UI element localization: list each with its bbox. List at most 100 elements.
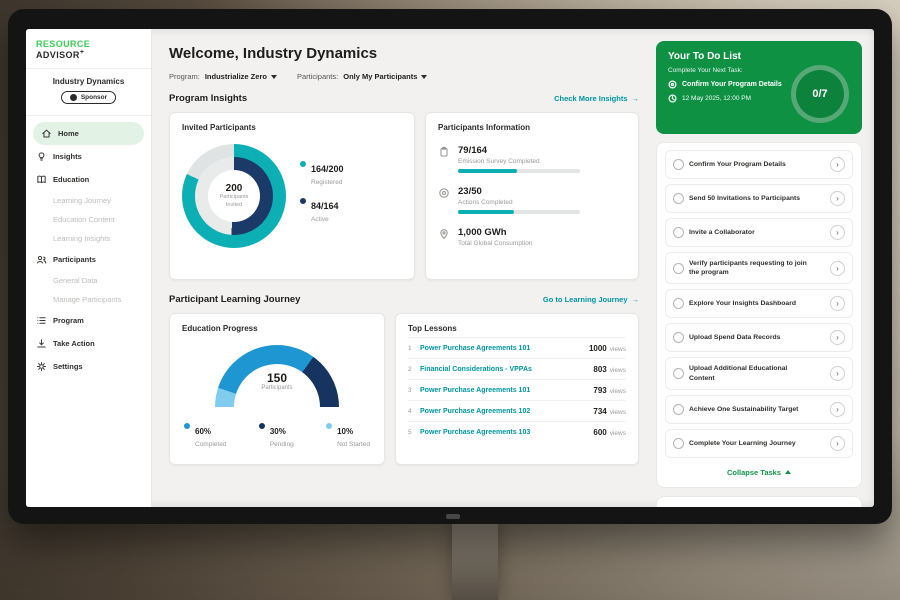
book-icon <box>36 174 47 185</box>
recent-news-title: Recent News <box>667 505 851 507</box>
stat-label: Total Global Consumption <box>458 240 532 247</box>
lesson-link[interactable]: Power Purchase Agreements 102 <box>420 408 530 415</box>
insights-cards-row: Invited Participants 200 ParticipantsInv… <box>169 112 639 280</box>
sidebar-item-label: Learning Journey <box>53 196 111 205</box>
chevron-right-icon[interactable]: › <box>830 330 845 345</box>
legend-dot <box>326 423 332 429</box>
sponsor-badge[interactable]: Sponsor <box>61 91 116 104</box>
target-icon <box>438 186 450 198</box>
checkbox-icon[interactable] <box>673 193 684 204</box>
sidebar-item-manage-participants[interactable]: Manage Participants <box>26 290 151 309</box>
sidebar-item-label: Home <box>58 129 79 138</box>
checkbox-icon[interactable] <box>673 368 684 379</box>
page-title: Welcome, Industry Dynamics <box>169 45 639 62</box>
screen: RESOURCE ADVISOR+ Industry Dynamics Spon… <box>26 29 874 507</box>
logo-plus: + <box>80 49 85 56</box>
lesson-link[interactable]: Power Purchase Agreements 103 <box>420 429 530 436</box>
sidebar-item-label: Insights <box>53 152 82 161</box>
filters-row: Program: Industrialize Zero Participants… <box>169 72 639 81</box>
org-block: Industry Dynamics Sponsor <box>26 69 151 116</box>
checkbox-icon[interactable] <box>673 332 684 343</box>
task-row[interactable]: Explore Your Insights Dashboard › <box>665 289 853 318</box>
checkbox-icon[interactable] <box>673 263 684 274</box>
sidebar-item-home[interactable]: Home <box>33 122 144 145</box>
legend-item-completed: 60% Completed <box>184 421 226 448</box>
task-row[interactable]: Upload Additional Educational Content › <box>665 357 853 389</box>
sidebar-item-label: Education <box>53 175 89 184</box>
sidebar-item-settings[interactable]: Settings <box>26 355 151 378</box>
logo-advisor: ADVISOR <box>36 50 80 60</box>
chevron-right-icon[interactable]: › <box>830 366 845 381</box>
lesson-views: 1000views <box>589 344 626 353</box>
card-title: Participants Information <box>438 123 626 132</box>
task-row[interactable]: Achieve One Sustainability Target › <box>665 395 853 424</box>
location-pin-icon <box>438 227 450 239</box>
program-filter-label: Program: <box>169 72 200 81</box>
todo-progress-ring: 0/7 <box>791 65 849 123</box>
check-more-insights-link[interactable]: Check More Insights→ <box>554 94 639 103</box>
checkbox-icon[interactable] <box>673 298 684 309</box>
monitor-stand <box>452 522 498 600</box>
checkbox-icon[interactable] <box>673 227 684 238</box>
chevron-right-icon[interactable]: › <box>830 225 845 240</box>
lesson-rank: 1 <box>408 345 420 352</box>
chevron-right-icon[interactable]: › <box>830 157 845 172</box>
lesson-link[interactable]: Power Purchase Agreements 101 <box>420 387 530 394</box>
lesson-row: 5 Power Purchase Agreements 103 600views <box>408 422 626 442</box>
task-row[interactable]: Send 50 Invitations to Participants › <box>665 184 853 213</box>
legend-item-active: 84/164 Active <box>300 196 344 223</box>
sidebar-item-learning-journey[interactable]: Learning Journey <box>26 191 151 210</box>
chevron-right-icon[interactable]: › <box>830 436 845 451</box>
lesson-link[interactable]: Power Purchase Agreements 101 <box>420 345 530 352</box>
download-icon <box>36 338 47 349</box>
card-title: Invited Participants <box>182 123 402 132</box>
lesson-views: 803views <box>593 365 626 374</box>
stat-label: Emission Survey Completed <box>458 158 580 165</box>
lesson-link[interactable]: Financial Considerations - VPPAs <box>420 366 532 373</box>
sidebar-item-program[interactable]: Program <box>26 309 151 332</box>
chevron-down-icon <box>421 75 427 79</box>
sidebar-item-education-content[interactable]: Education Content <box>26 210 151 229</box>
chevron-right-icon[interactable]: › <box>830 191 845 206</box>
sidebar-item-insights[interactable]: Insights <box>26 145 151 168</box>
checkbox-icon[interactable] <box>673 438 684 449</box>
task-row[interactable]: Verify participants requesting to join t… <box>665 252 853 284</box>
top-lessons-card: Top Lessons 1 Power Purchase Agreements … <box>395 313 639 465</box>
sidebar-item-label: Learning Insights <box>53 234 110 243</box>
todo-next-task[interactable]: Confirm Your Program Details <box>668 80 803 89</box>
participants-filter-dropdown[interactable]: Only My Participants <box>343 72 427 81</box>
lesson-views: 793views <box>593 386 626 395</box>
chevron-right-icon[interactable]: › <box>830 296 845 311</box>
chevron-right-icon[interactable]: › <box>830 261 845 276</box>
sidebar-item-learning-insights[interactable]: Learning Insights <box>26 229 151 248</box>
todo-panel: Your To Do List Complete Your Next Task:… <box>656 29 874 507</box>
sidebar-item-label: General Data <box>53 276 98 285</box>
people-icon <box>36 254 47 265</box>
sidebar-nav: Home Insights Education Learning Journey <box>26 116 151 378</box>
lesson-row: 4 Power Purchase Agreements 102 734views <box>408 401 626 422</box>
invited-body: 200 ParticipantsInvited 164/200 <box>182 144 402 248</box>
task-row[interactable]: Confirm Your Program Details › <box>665 150 853 179</box>
checkbox-icon[interactable] <box>673 159 684 170</box>
task-row[interactable]: Complete Your Learning Journey › <box>665 429 853 458</box>
collapse-tasks-link[interactable]: Collapse Tasks <box>665 463 853 483</box>
checkbox-icon[interactable] <box>673 404 684 415</box>
stat-value: 79/164 <box>458 145 580 156</box>
card-title: Top Lessons <box>408 324 626 338</box>
task-row[interactable]: Upload Spend Data Records › <box>665 323 853 352</box>
lesson-rank: 4 <box>408 408 420 415</box>
progress-bar <box>458 210 580 214</box>
program-filter-dropdown[interactable]: Industrialize Zero <box>205 72 277 81</box>
sidebar-item-general-data[interactable]: General Data <box>26 271 151 290</box>
go-to-learning-journey-link[interactable]: Go to Learning Journey→ <box>543 295 639 304</box>
section-title: Program Insights <box>169 93 247 104</box>
sidebar-item-participants[interactable]: Participants <box>26 248 151 271</box>
legend-item-registered: 164/200 Registered <box>300 159 344 186</box>
education-progress-card: Education Progress 150 Participants <box>169 313 385 465</box>
gear-icon <box>36 361 47 372</box>
sidebar-item-take-action[interactable]: Take Action <box>26 332 151 355</box>
sponsor-avatar-icon <box>70 94 77 101</box>
sidebar-item-education[interactable]: Education <box>26 168 151 191</box>
task-row[interactable]: Invite a Collaborator › <box>665 218 853 247</box>
chevron-right-icon[interactable]: › <box>830 402 845 417</box>
